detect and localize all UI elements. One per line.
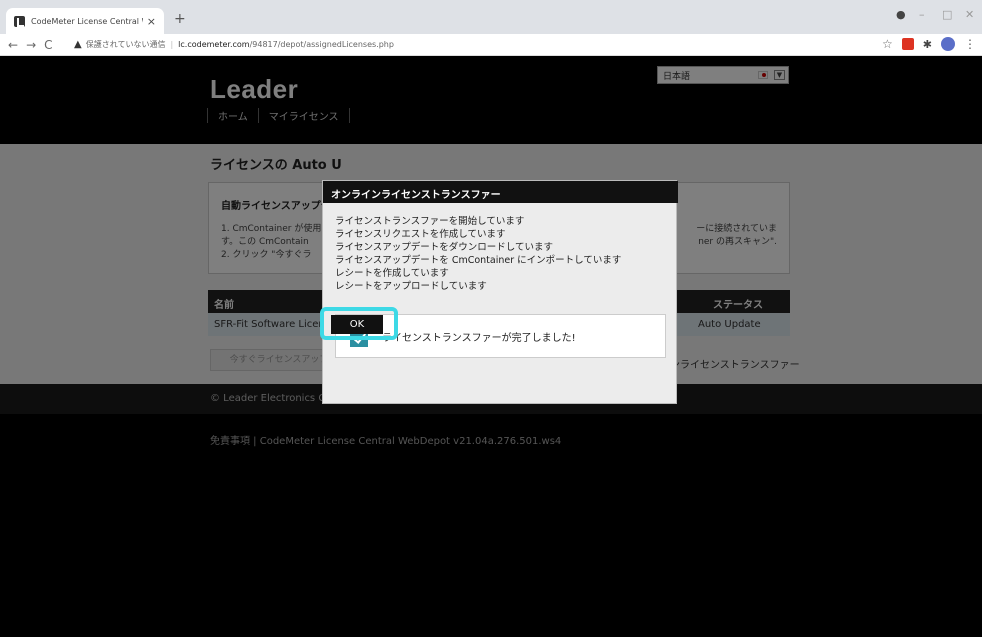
step-item: レシートをアップロードしています <box>335 281 487 292</box>
new-tab-button[interactable]: + <box>174 11 186 27</box>
reload-icon[interactable]: C <box>44 38 52 52</box>
forward-icon[interactable]: → <box>26 38 36 52</box>
step-item: レシートを作成しています <box>335 268 449 279</box>
step-item: ライセンスアップデートをダウンロードしています <box>335 242 554 253</box>
warning-icon: ▲ <box>74 39 82 50</box>
profile-avatar[interactable] <box>941 37 955 51</box>
window-close-icon[interactable]: ✕ <box>965 8 974 21</box>
tab-title: CodeMeter License Central WebI <box>31 16 143 26</box>
url-host: lc.codemeter.com <box>178 40 250 49</box>
browser-tab[interactable]: CodeMeter License Central WebI × <box>6 8 164 34</box>
browser-toolbar: ← → C ▲ 保護されていない通信 | lc.codemeter.com /9… <box>0 34 982 56</box>
browser-menu-icon[interactable]: ⋮ <box>964 37 976 51</box>
step-item: ライセンストランスファーを開始しています <box>335 216 525 227</box>
minimize-icon[interactable]: – <box>919 8 925 21</box>
site-favicon-icon <box>14 15 25 27</box>
maximize-icon[interactable]: □ <box>942 8 952 21</box>
tab-close-icon[interactable]: × <box>147 15 156 28</box>
transfer-dialog: オンラインライセンストランスファー ライセンストランスファーを開始しています ラ… <box>322 180 678 404</box>
extensions-icon[interactable]: ✱ <box>923 38 932 51</box>
url-path: /94817/depot/assignedLicenses.php <box>249 40 394 49</box>
pdf-extension-icon[interactable] <box>901 38 914 50</box>
bookmark-star-icon[interactable]: ☆ <box>882 37 893 51</box>
modal-overlay: オンラインライセンストランスファー ライセンストランスファーを開始しています ラ… <box>0 56 982 637</box>
dialog-title: オンラインライセンストランスファー <box>323 181 678 203</box>
security-label: 保護されていない通信 <box>85 40 166 49</box>
step-item: ライセンスアップデートを CmContainer にインポートしています <box>335 255 622 266</box>
browser-tabbar: CodeMeter License Central WebI × + ● – □… <box>0 0 982 34</box>
toolbar-icons: ☆ ✱ ⋮ <box>882 37 976 51</box>
address-bar[interactable]: ▲ 保護されていない通信 | lc.codemeter.com /94817/d… <box>74 35 874 54</box>
completion-message: ライセンストランスファーが完了しました! <box>382 333 576 344</box>
step-item: ライセンスリクエストを作成しています <box>335 229 506 240</box>
ok-button[interactable]: OK <box>331 315 383 334</box>
progress-steps: ライセンストランスファーを開始しています ライセンスリクエストを作成しています … <box>335 215 621 293</box>
omni-separator: | <box>170 40 174 49</box>
back-icon[interactable]: ← <box>8 38 18 52</box>
account-dot-icon[interactable]: ● <box>896 8 906 21</box>
